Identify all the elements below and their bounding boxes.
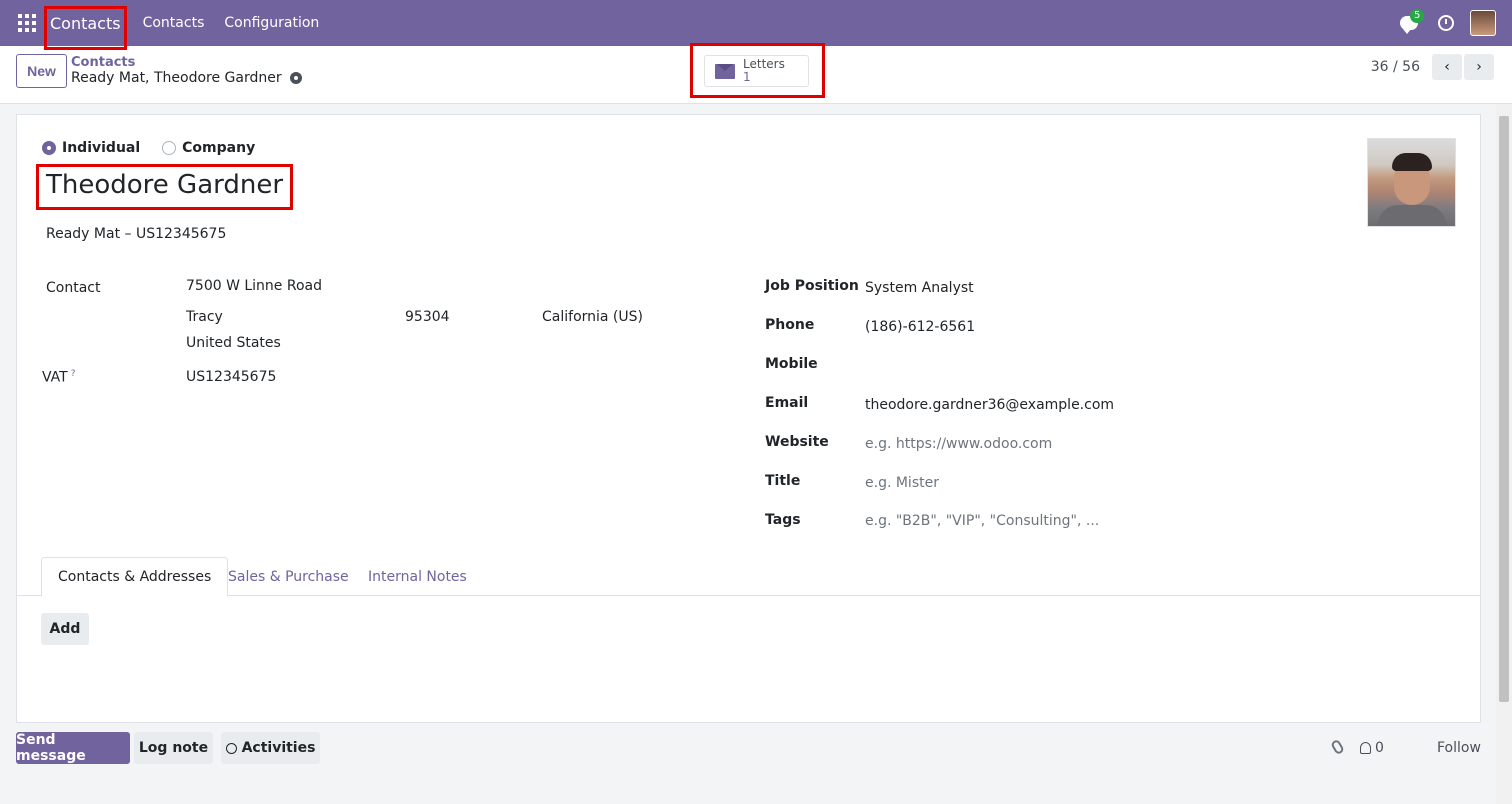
scrollbar-thumb[interactable]	[1499, 116, 1509, 702]
pager-next-button[interactable]: ›	[1464, 54, 1494, 80]
tags-field[interactable]: e.g. "B2B", "VIP", "Consulting", ...	[865, 513, 1099, 529]
help-tooltip-icon[interactable]: ?	[71, 369, 76, 379]
mobile-field[interactable]	[865, 358, 1165, 376]
contact-label: Contact	[46, 280, 101, 296]
title-field[interactable]: e.g. Mister	[865, 475, 939, 491]
phone-field[interactable]: (186)-612-6561	[865, 319, 975, 335]
app-grid-icon[interactable]	[18, 14, 36, 32]
radio-individual[interactable]	[42, 141, 56, 155]
tab-internal-notes[interactable]: Internal Notes	[352, 557, 483, 596]
pager-value[interactable]: 36 / 56	[1371, 59, 1420, 75]
menu-configuration[interactable]: Configuration	[224, 15, 319, 31]
country-field[interactable]: United States	[186, 335, 281, 351]
website-field[interactable]: e.g. https://www.odoo.com	[865, 436, 1052, 452]
tab-sales-purchase[interactable]: Sales & Purchase	[212, 557, 365, 596]
state-field[interactable]: California (US)	[542, 309, 643, 325]
messaging-button[interactable]: 5	[1400, 9, 1425, 34]
chevron-right-icon: ›	[1476, 59, 1482, 75]
form-sheet: Individual Company Theodore Gardner Read…	[16, 114, 1481, 723]
radio-individual-label[interactable]: Individual	[62, 140, 140, 156]
menu-contacts[interactable]: Contacts	[143, 15, 205, 31]
activities-button[interactable]: Activities	[221, 732, 320, 764]
clock-icon	[225, 742, 237, 754]
partner-photo[interactable]	[1367, 138, 1456, 227]
tags-label: Tags	[765, 512, 801, 528]
breadcrumb-current-label: Ready Mat, Theodore Gardner	[71, 70, 282, 86]
gear-icon[interactable]	[289, 72, 302, 84]
letters-smart-button[interactable]: Letters 1	[704, 55, 809, 87]
email-field[interactable]: theodore.gardner36@example.com	[865, 397, 1114, 413]
chat-count-badge: 5	[1410, 9, 1425, 23]
followers-count: 0	[1375, 740, 1384, 756]
tab-contacts-addresses[interactable]: Contacts & Addresses	[41, 557, 229, 597]
partner-name-field[interactable]: Theodore Gardner	[46, 170, 283, 200]
follow-button[interactable]: Follow	[1437, 740, 1481, 756]
navbar-systray: 5	[1400, 0, 1496, 46]
zip-field[interactable]: 95304	[405, 309, 450, 325]
user-avatar[interactable]	[1470, 10, 1496, 36]
phone-label: Phone	[765, 317, 815, 333]
activity-clock-icon[interactable]	[1438, 15, 1454, 31]
chevron-left-icon: ‹	[1444, 59, 1450, 75]
person-icon	[1360, 742, 1371, 754]
pager-previous-button[interactable]: ‹	[1432, 54, 1462, 80]
paperclip-icon[interactable]	[1330, 738, 1345, 756]
breadcrumb-current: Ready Mat, Theodore Gardner	[71, 70, 302, 86]
vat-label: VAT?	[42, 369, 76, 386]
company-type-radio: Individual Company	[42, 140, 255, 156]
add-contact-button[interactable]: Add	[41, 613, 89, 645]
top-navbar: Contacts Contacts Configuration 5	[0, 0, 1512, 46]
email-label: Email	[765, 395, 809, 411]
title-label: Title	[765, 473, 801, 489]
job-position-label: Job Position	[765, 278, 859, 294]
job-position-field[interactable]: System Analyst	[865, 280, 974, 296]
send-message-button[interactable]: Send message	[16, 732, 130, 764]
envelope-icon	[715, 63, 735, 79]
letters-count: 1	[743, 70, 751, 84]
log-note-button[interactable]: Log note	[134, 732, 213, 764]
company-vat-line[interactable]: Ready Mat – US12345675	[46, 226, 226, 242]
website-label: Website	[765, 434, 829, 450]
notebook-tabs: Contacts & Addresses Sales & Purchase In…	[17, 557, 1480, 597]
app-brand[interactable]: Contacts	[48, 14, 123, 33]
radio-company-label[interactable]: Company	[182, 140, 255, 156]
activities-label: Activities	[241, 740, 316, 756]
control-panel: New Contacts Ready Mat, Theodore Gardner…	[0, 46, 1512, 104]
scrollbar[interactable]	[1496, 104, 1512, 804]
new-button[interactable]: New	[16, 54, 67, 88]
breadcrumb-parent[interactable]: Contacts	[71, 55, 135, 70]
city-field[interactable]: Tracy	[186, 309, 223, 325]
mobile-label: Mobile	[765, 356, 818, 372]
street-field[interactable]: 7500 W Linne Road	[186, 278, 322, 294]
radio-company[interactable]	[162, 141, 177, 155]
followers-button[interactable]: 0	[1360, 740, 1384, 756]
vat-field[interactable]: US12345675	[186, 369, 276, 385]
